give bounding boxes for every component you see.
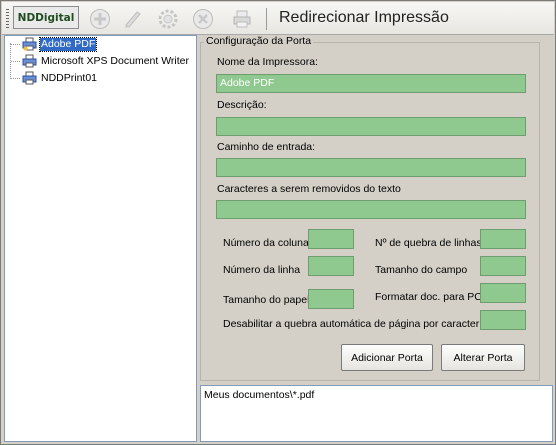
group-title: Configuração da Porta	[204, 35, 314, 47]
field-size-label: Tamanho do campo	[375, 264, 468, 276]
line-breaks-field[interactable]	[480, 229, 526, 249]
field-size-field[interactable]	[480, 256, 526, 276]
description-field[interactable]	[216, 117, 526, 136]
printer-icon	[22, 54, 37, 68]
printer-tree[interactable]: Adobe PDF Microsoft XPS Document Writer …	[4, 35, 197, 442]
line-number-label: Número da linha	[223, 264, 301, 276]
gear-icon[interactable]	[157, 8, 179, 30]
pcl-format-field[interactable]	[480, 283, 526, 303]
printer-icon	[22, 37, 37, 51]
column-number-label: Número da coluna	[223, 237, 309, 249]
change-port-button[interactable]: Alterar Porta	[441, 344, 525, 371]
nddigital-button[interactable]: NDDigital	[13, 6, 79, 29]
pencil-icon[interactable]	[121, 8, 143, 30]
printer-name-label: Nome da Impressora:	[217, 56, 318, 68]
chars-remove-field[interactable]	[216, 200, 526, 219]
window-title: Redirecionar Impressão	[279, 9, 449, 26]
toolbar-grip[interactable]	[6, 9, 9, 29]
line-breaks-label: Nº de quebra de linhas	[375, 237, 482, 249]
redirect-print-window: NDDigital Redirecionar Impressão Adobe P…	[0, 0, 556, 445]
add-icon[interactable]	[89, 8, 111, 30]
toolbar-separator	[266, 8, 267, 30]
toolbar: NDDigital Redirecionar Impressão	[2, 2, 554, 35]
disable-break-field[interactable]	[480, 310, 526, 330]
input-path-field[interactable]	[216, 158, 526, 177]
disable-break-label: Desabilitar a quebra automática de págin…	[223, 318, 504, 330]
column-number-field[interactable]	[308, 229, 354, 249]
tree-item-label: NDDPrint01	[41, 72, 98, 84]
chars-remove-label: Caracteres a serem removidos do texto	[217, 183, 401, 195]
input-path-label: Caminho de entrada:	[217, 141, 316, 153]
pcl-format-label: Formatar doc. para PCL	[375, 291, 488, 303]
line-number-field[interactable]	[308, 256, 354, 276]
paper-size-field[interactable]	[308, 289, 354, 309]
tree-item-label: Microsoft XPS Document Writer	[41, 55, 190, 67]
remove-icon[interactable]	[192, 8, 214, 30]
printer-icon[interactable]	[231, 8, 253, 30]
path-panel[interactable]: Meus documentos\*.pdf	[200, 385, 553, 442]
tree-item-label: Adobe PDF	[38, 37, 98, 52]
description-label: Descrição:	[217, 99, 267, 111]
printer-name-field[interactable]: Adobe PDF	[216, 74, 526, 93]
paper-size-label: Tamanho do papel	[223, 294, 310, 306]
add-port-button[interactable]: Adicionar Porta	[341, 344, 433, 371]
printer-icon	[22, 71, 37, 85]
